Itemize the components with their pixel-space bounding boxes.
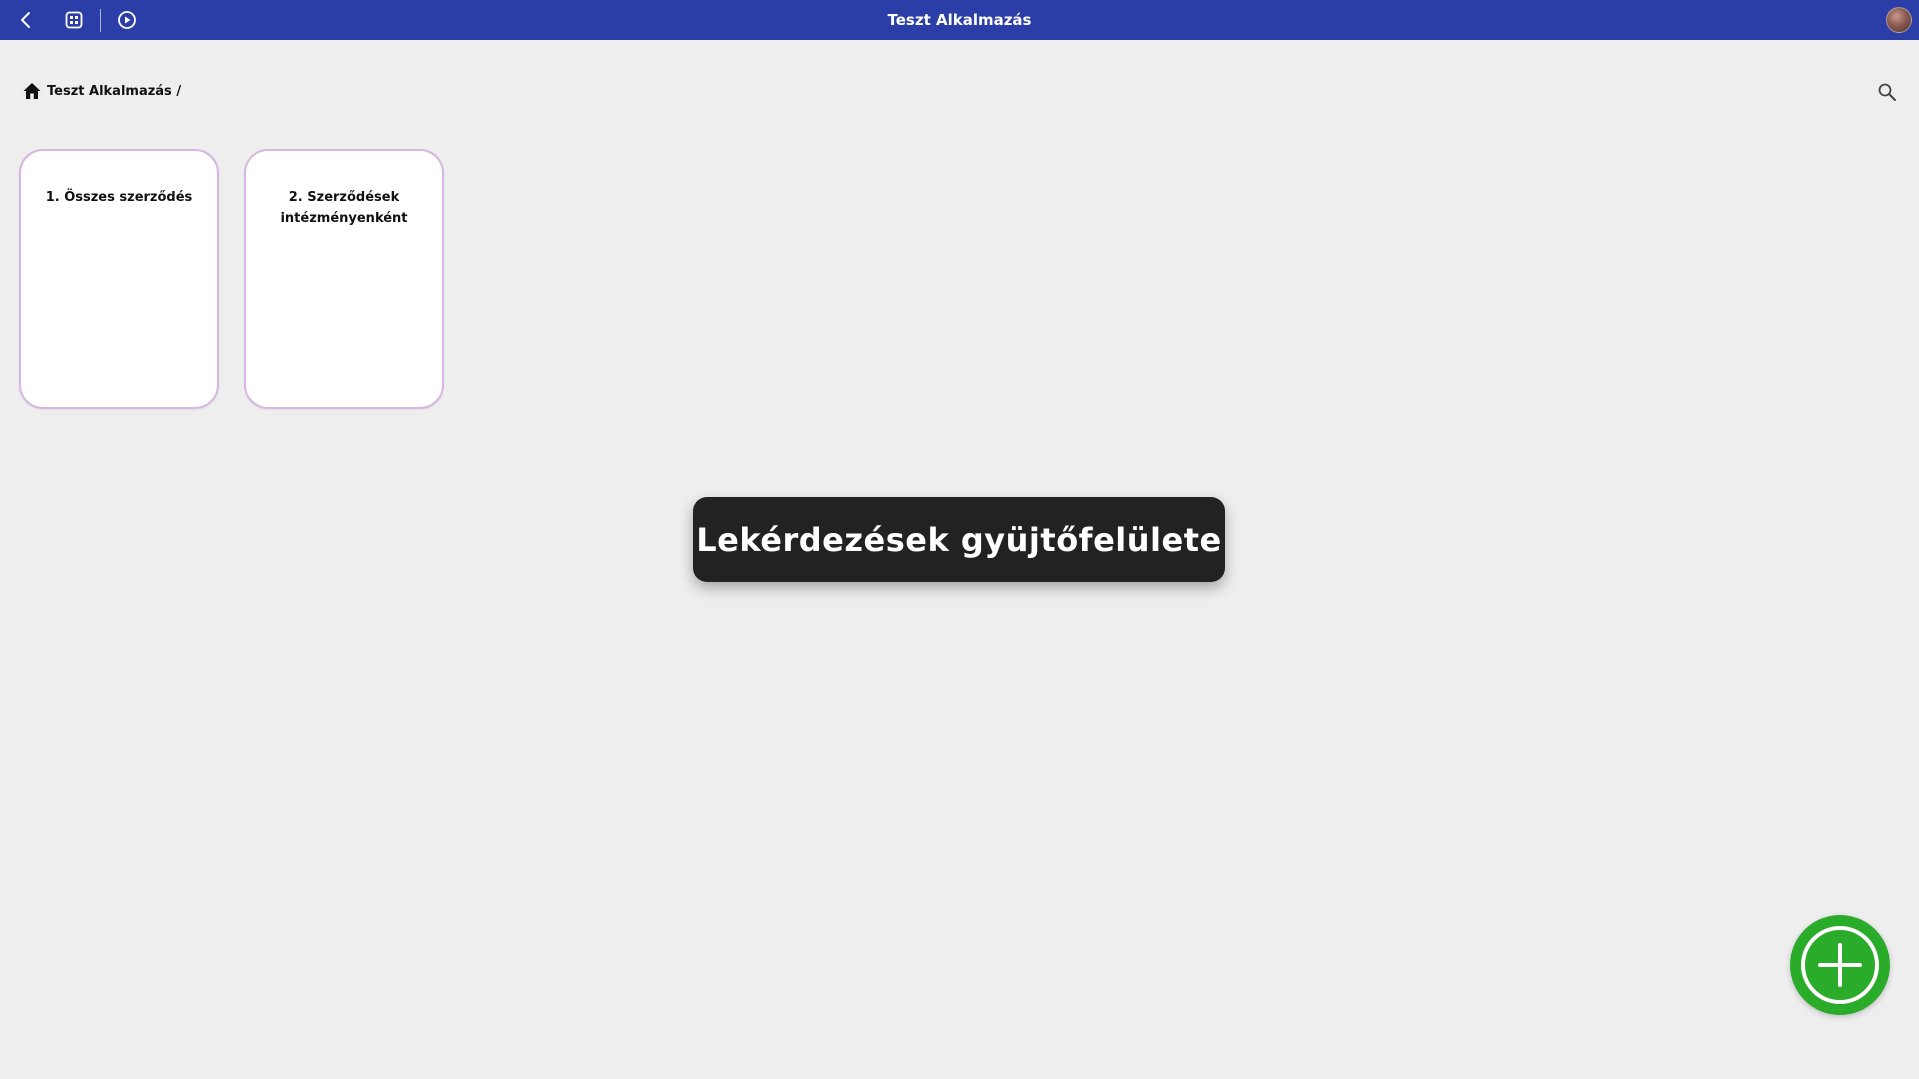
toast-message: Lekérdezések gyüjtőfelülete [693, 497, 1225, 582]
query-card[interactable]: 1. Összes szerződés [19, 149, 219, 409]
search-icon [1878, 83, 1896, 101]
top-app-bar: Teszt Alkalmazás [0, 0, 1919, 40]
home-icon [23, 83, 41, 99]
plus-circle-icon [1801, 926, 1879, 1004]
breadcrumb-home[interactable] [22, 81, 42, 101]
query-card-title: 2. Szerződések intézményenként [280, 190, 408, 226]
query-card[interactable]: 2. Szerződések intézményenként [244, 149, 444, 409]
user-avatar[interactable] [1886, 7, 1912, 33]
app-title: Teszt Alkalmazás [887, 11, 1032, 29]
breadcrumb: Teszt Alkalmazás / [22, 80, 181, 102]
add-button[interactable] [1790, 915, 1890, 1015]
query-card-title: 1. Összes szerződés [45, 190, 193, 205]
search-button[interactable] [1875, 80, 1899, 104]
breadcrumb-path[interactable]: Teszt Alkalmazás / [47, 84, 181, 99]
